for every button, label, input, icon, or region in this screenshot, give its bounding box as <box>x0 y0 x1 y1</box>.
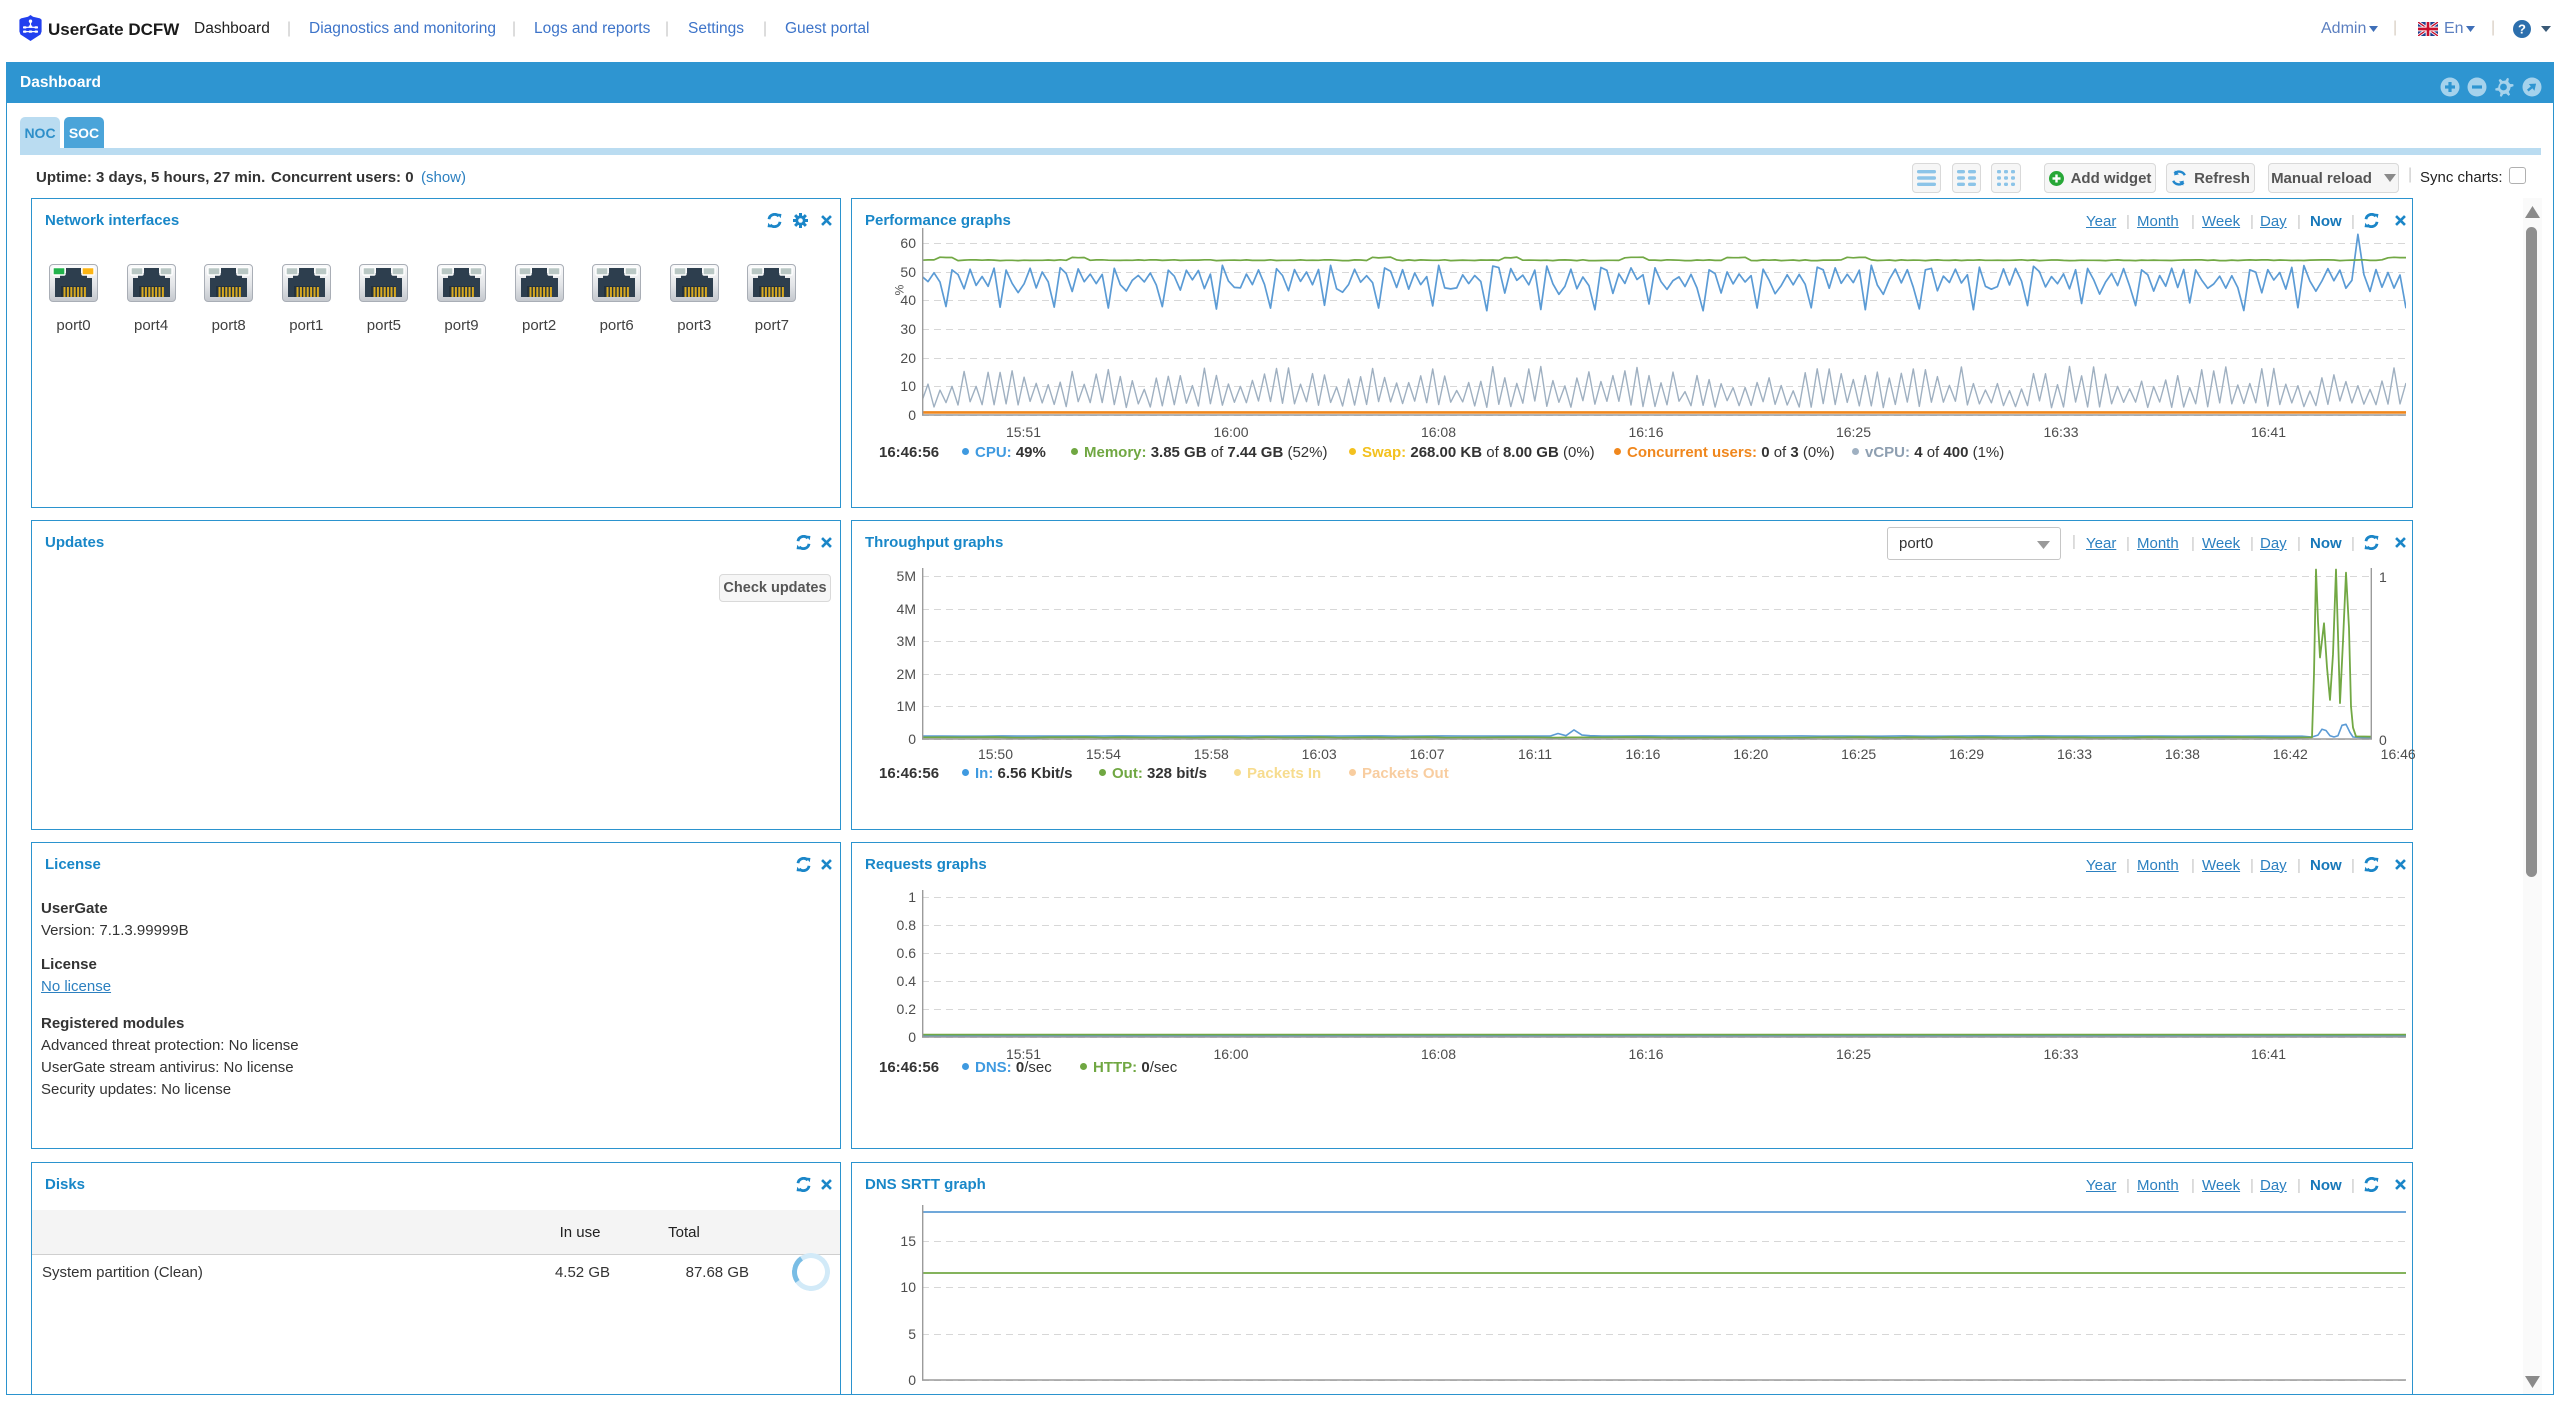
svg-text:?: ? <box>2518 22 2526 37</box>
